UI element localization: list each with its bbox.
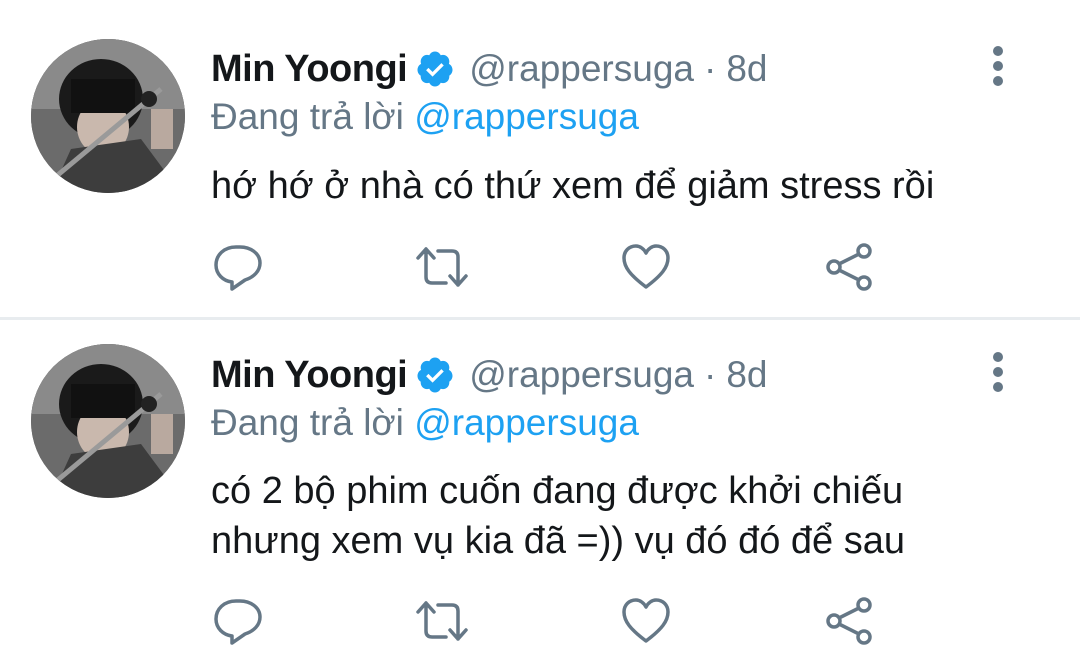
tweet-header: Min Yoongi @rappersuga · 8d [211, 44, 767, 94]
tweet-feed: Min Yoongi @rappersuga · 8d Đang trả lời… [0, 0, 1080, 667]
replying-to: Đang trả lời @rappersuga [211, 96, 639, 138]
tweet-actions [212, 241, 892, 293]
tweet-text-line: có 2 bộ phim cuốn đang được khởi chiếu [211, 470, 904, 512]
timestamp[interactable]: 8d [726, 48, 767, 90]
like-icon[interactable] [620, 241, 672, 293]
tweet[interactable]: Min Yoongi @rappersuga · 8d Đang trả lời… [0, 320, 1080, 667]
mention-link[interactable]: @rappersuga [414, 96, 639, 137]
more-options-icon[interactable] [986, 44, 1010, 88]
replying-to: Đang trả lời @rappersuga [211, 402, 639, 444]
author-handle[interactable]: @rappersuga [469, 48, 694, 90]
retweet-icon[interactable] [414, 241, 470, 293]
tweet-text-line: nhưng xem vụ kia đã =)) vụ đó đó để sau [211, 520, 906, 562]
avatar[interactable] [31, 39, 185, 193]
like-icon[interactable] [620, 595, 672, 647]
tweet-text-line: hớ hớ ở nhà có thứ xem để giảm stress rồ… [211, 165, 935, 207]
tweet-text: hớ hớ ở nhà có thứ xem để giảm stress rồ… [211, 161, 1031, 211]
replying-prefix: Đang trả lời [211, 96, 404, 137]
tweet[interactable]: Min Yoongi @rappersuga · 8d Đang trả lời… [0, 0, 1080, 318]
author-name[interactable]: Min Yoongi [211, 354, 408, 397]
share-icon[interactable] [824, 241, 876, 293]
reply-icon[interactable] [212, 595, 264, 647]
separator-dot: · [703, 48, 717, 89]
timestamp[interactable]: 8d [726, 354, 767, 396]
verified-badge-icon [415, 355, 455, 395]
mention-link[interactable]: @rappersuga [414, 402, 639, 443]
retweet-icon[interactable] [414, 595, 470, 647]
author-handle[interactable]: @rappersuga [469, 354, 694, 396]
share-icon[interactable] [824, 595, 876, 647]
separator-dot: · [703, 354, 717, 395]
reply-icon[interactable] [212, 241, 264, 293]
verified-badge-icon [415, 49, 455, 89]
more-options-icon[interactable] [986, 350, 1010, 394]
tweet-actions [212, 595, 892, 647]
replying-prefix: Đang trả lời [211, 402, 404, 443]
avatar[interactable] [31, 344, 185, 498]
tweet-text: có 2 bộ phim cuốn đang được khởi chiếu n… [211, 466, 1031, 566]
author-name[interactable]: Min Yoongi [211, 48, 408, 91]
tweet-header: Min Yoongi @rappersuga · 8d [211, 350, 767, 400]
